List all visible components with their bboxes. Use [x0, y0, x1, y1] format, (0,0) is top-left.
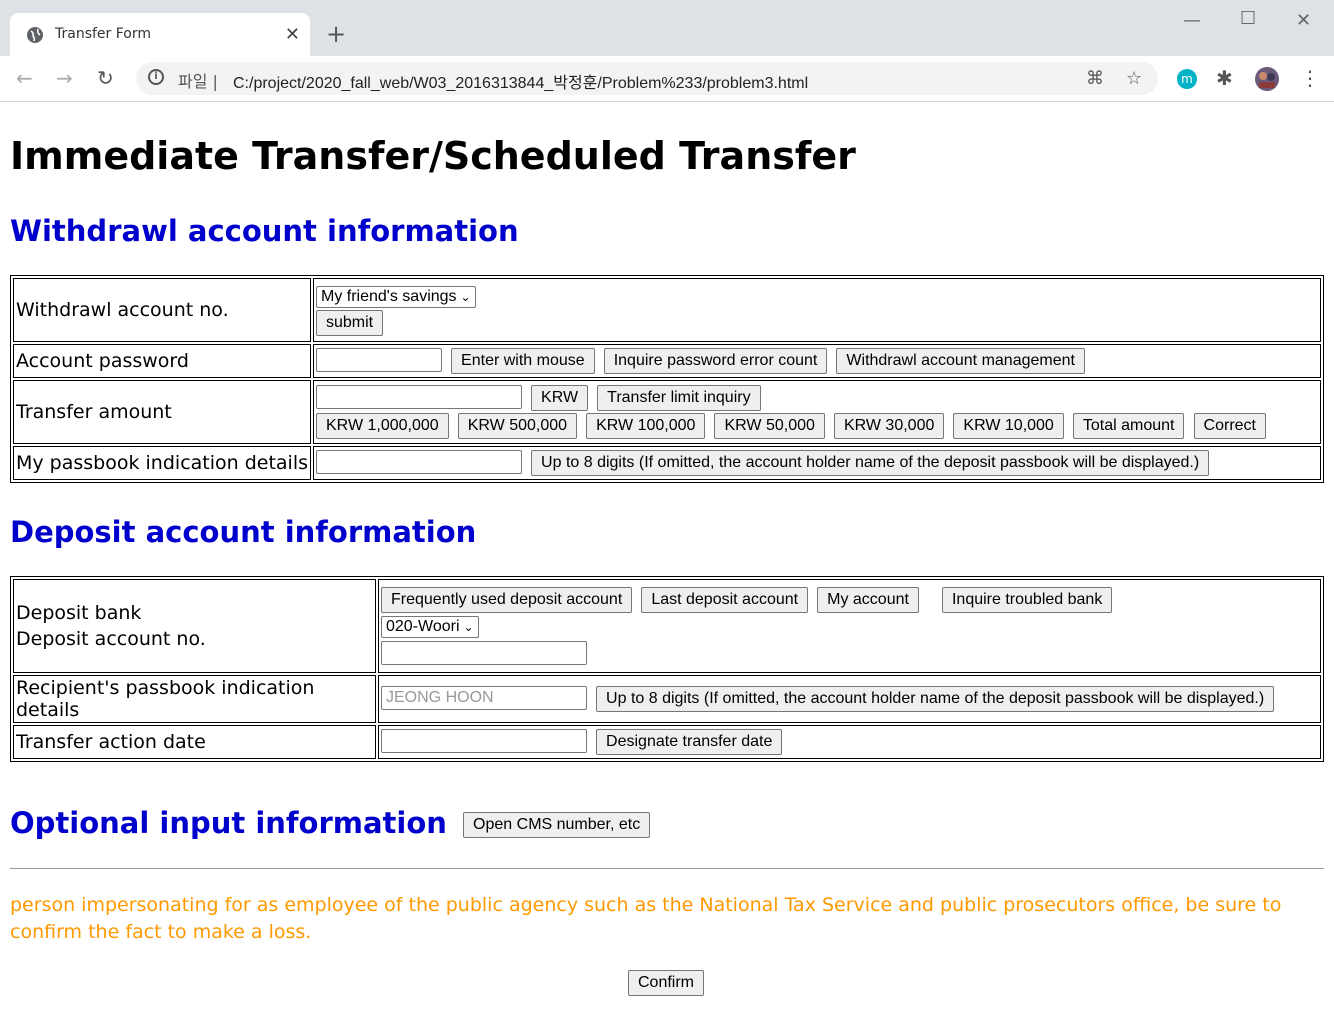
menu-dots-icon[interactable]: ⋮ [1300, 66, 1320, 90]
recipient-passbook-label: Recipient's passbook indication details [13, 675, 376, 723]
bookmark-star-icon[interactable]: ☆ [1126, 68, 1142, 89]
transfer-amount-input[interactable] [316, 384, 522, 409]
amount-30000-button[interactable]: KRW 30,000 [833, 413, 945, 440]
deposit-table: Deposit bank Deposit account no. Frequen… [10, 576, 1324, 762]
inquire-password-error-button[interactable]: Inquire password error count [603, 348, 828, 375]
amount-10000-button[interactable]: KRW 10,000 [953, 413, 1064, 440]
withdrawal-account-select[interactable]: My friend's savings ⌄ [316, 285, 476, 308]
last-deposit-account-button[interactable]: Last deposit account [641, 587, 809, 613]
transfer-date-input[interactable] [381, 728, 587, 753]
warning-text: person impersonating for as employee of … [10, 894, 1282, 943]
tab-title: Transfer Form [55, 26, 152, 42]
krw-button[interactable]: KRW [531, 385, 589, 412]
recipient-passbook-hint-button[interactable]: Up to 8 digits (If omitted, the account … [596, 686, 1275, 713]
transfer-date-label: Transfer action date [13, 725, 376, 759]
submit-button[interactable]: submit [316, 309, 384, 336]
close-tab-icon[interactable]: ✕ [285, 24, 300, 45]
deposit-heading: Deposit account information [10, 515, 477, 549]
tab-strip: Transfer Form ✕ + — ☐ ✕ [0, 0, 1334, 56]
withdrawal-account-label: Withdrawl account no. [13, 278, 311, 342]
deposit-bank-label-cell: Deposit bank Deposit account no. [13, 579, 376, 673]
transfer-limit-inquiry-button[interactable]: Transfer limit inquiry [597, 385, 761, 412]
extension-m-icon[interactable]: m [1176, 68, 1198, 94]
amount-50000-button[interactable]: KRW 50,000 [714, 413, 825, 440]
puzzle-extensions-icon[interactable]: ✱ [1216, 66, 1233, 90]
info-icon[interactable]: i [148, 69, 164, 85]
optional-heading: Optional input information Open CMS numb… [10, 806, 653, 840]
amount-500000-button[interactable]: KRW 500,000 [457, 413, 578, 440]
globe-icon [27, 27, 43, 43]
page-title: Immediate Transfer/Scheduled Transfer [10, 134, 856, 178]
amount-1000000-button[interactable]: KRW 1,000,000 [316, 413, 449, 440]
chevron-down-icon: ⌄ [460, 289, 471, 304]
frequent-deposit-account-button[interactable]: Frequently used deposit account [381, 587, 633, 613]
inquire-troubled-bank-button[interactable]: Inquire troubled bank [941, 587, 1113, 613]
url-text[interactable]: C:/project/2020_fall_web/W03_2016313844_… [233, 69, 808, 93]
deposit-bank-select[interactable]: 020-Woori ⌄ [381, 616, 479, 638]
new-tab-icon[interactable]: + [326, 20, 346, 48]
toolbar: ← → ↻ i 파일 | C:/project/2020_fall_web/W0… [0, 56, 1334, 101]
correct-button[interactable]: Correct [1193, 413, 1266, 440]
window-close-icon[interactable]: ✕ [1296, 10, 1311, 31]
designate-transfer-date-button[interactable]: Designate transfer date [596, 729, 783, 756]
minimize-icon[interactable]: — [1183, 10, 1201, 31]
withdrawal-table: Withdrawl account no. My friend's saving… [10, 275, 1324, 483]
recipient-passbook-input[interactable]: JEONG HOON [381, 685, 587, 710]
password-input[interactable] [316, 347, 442, 372]
reload-icon[interactable]: ↻ [97, 66, 114, 90]
translate-icon[interactable]: ⌘ [1086, 68, 1104, 89]
my-passbook-label: My passbook indication details [13, 446, 311, 480]
amount-100000-button[interactable]: KRW 100,000 [586, 413, 706, 440]
browser-tab[interactable]: Transfer Form ✕ [10, 13, 310, 56]
confirm-button[interactable]: Confirm [628, 970, 705, 996]
my-passbook-hint-button[interactable]: Up to 8 digits (If omitted, the account … [531, 450, 1210, 477]
avatar[interactable] [1254, 66, 1280, 96]
address-bar[interactable]: i 파일 | C:/project/2020_fall_web/W03_2016… [136, 62, 1158, 95]
scheme-label: 파일 | [178, 72, 218, 91]
transfer-amount-label: Transfer amount [13, 380, 311, 444]
password-label: Account password [13, 344, 311, 378]
divider [10, 868, 1324, 869]
maximize-icon[interactable]: ☐ [1240, 8, 1256, 29]
back-icon[interactable]: ← [16, 66, 33, 90]
withdrawal-heading: Withdrawl account information [10, 214, 519, 248]
forward-icon[interactable]: → [56, 66, 73, 90]
total-amount-button[interactable]: Total amount [1072, 413, 1185, 440]
enter-with-mouse-button[interactable]: Enter with mouse [451, 348, 595, 375]
deposit-bank-label: Deposit bank [16, 602, 142, 624]
chevron-down-icon: ⌄ [463, 620, 474, 634]
my-passbook-input[interactable] [316, 449, 522, 474]
deposit-account-label: Deposit account no. [16, 628, 206, 650]
my-account-button[interactable]: My account [817, 587, 919, 613]
browser-chrome: Transfer Form ✕ + — ☐ ✕ ← → ↻ i 파일 | C:/… [0, 0, 1334, 102]
withdrawal-account-management-button[interactable]: Withdrawl account management [836, 348, 1085, 375]
deposit-account-input[interactable] [381, 641, 587, 665]
svg-text:m: m [1181, 72, 1193, 86]
open-cms-button[interactable]: Open CMS number, etc [463, 812, 651, 838]
